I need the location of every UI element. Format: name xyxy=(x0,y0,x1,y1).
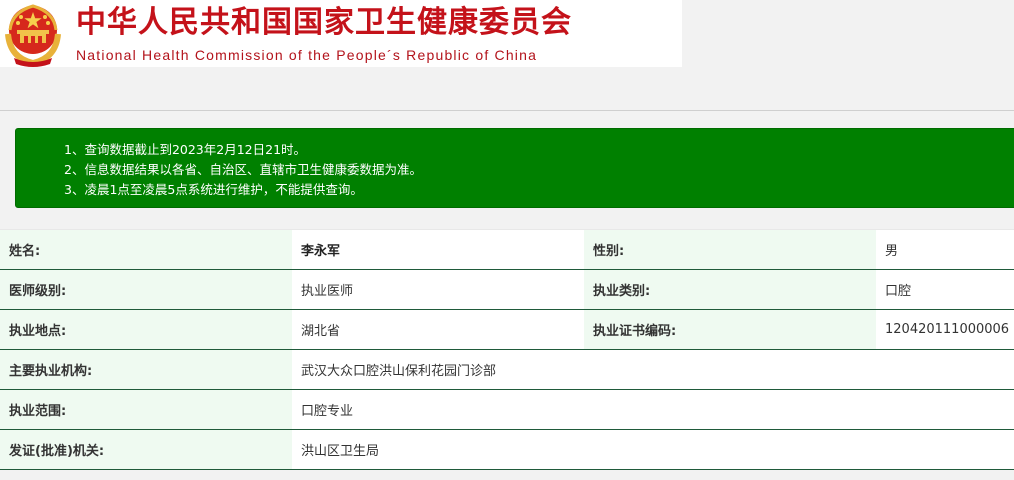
table-row: 发证(批准)机关: 洪山区卫生局 xyxy=(0,429,1014,470)
practice-scope-value: 口腔专业 xyxy=(292,389,1014,430)
name-label: 姓名: xyxy=(0,229,292,270)
header-divider xyxy=(0,110,1014,111)
page: 中华人民共和国国家卫生健康委员会 National Health Commiss… xyxy=(0,0,1014,480)
table-row: 执业范围: 口腔专业 xyxy=(0,389,1014,430)
physician-level-label: 医师级别: xyxy=(0,269,292,310)
table-row: 执业地点: 湖北省 执业证书编码: 120420111000006 xyxy=(0,309,1014,350)
table-row: 姓名: 李永军 性别: 男 xyxy=(0,229,1014,270)
main-institution-label: 主要执业机构: xyxy=(0,349,292,390)
main-institution-value: 武汉大众口腔洪山保利花园门诊部 xyxy=(292,349,1014,390)
site-subtitle-en: National Health Commission of the People… xyxy=(76,47,538,63)
gender-value: 男 xyxy=(876,229,1014,270)
certificate-code-value: 120420111000006 xyxy=(876,309,1014,350)
notice-box: 1、查询数据截止到2023年2月12日21时。 2、信息数据结果以各省、自治区、… xyxy=(15,128,1014,208)
practice-category-label: 执业类别: xyxy=(584,269,876,310)
notice-line: 1、查询数据截止到2023年2月12日21时。 xyxy=(64,142,307,157)
gender-label: 性别: xyxy=(584,229,876,270)
certificate-code-label: 执业证书编码: xyxy=(584,309,876,350)
site-title: 中华人民共和国国家卫生健康委员会 xyxy=(76,5,572,40)
table-row: 医师级别: 执业医师 执业类别: 口腔 xyxy=(0,269,1014,310)
notice-line: 3、凌晨1点至凌晨5点系统进行维护，不能提供查询。 xyxy=(64,182,363,197)
practitioner-info-table: 姓名: 李永军 性别: 男 医师级别: 执业医师 执业类别: 口腔 执业地点: … xyxy=(0,229,1014,470)
notice-line: 2、信息数据结果以各省、自治区、直辖市卫生健康委数据为准。 xyxy=(64,162,422,177)
name-value: 李永军 xyxy=(292,229,584,270)
practice-location-label: 执业地点: xyxy=(0,309,292,350)
issuing-authority-value: 洪山区卫生局 xyxy=(292,429,1014,470)
table-row: 主要执业机构: 武汉大众口腔洪山保利花园门诊部 xyxy=(0,349,1014,390)
practice-location-value: 湖北省 xyxy=(292,309,584,350)
issuing-authority-label: 发证(批准)机关: xyxy=(0,429,292,470)
national-emblem-icon xyxy=(0,0,66,67)
physician-level-value: 执业医师 xyxy=(292,269,584,310)
practice-scope-label: 执业范围: xyxy=(0,389,292,430)
practice-category-value: 口腔 xyxy=(876,269,1014,310)
header-banner: 中华人民共和国国家卫生健康委员会 National Health Commiss… xyxy=(0,0,682,67)
